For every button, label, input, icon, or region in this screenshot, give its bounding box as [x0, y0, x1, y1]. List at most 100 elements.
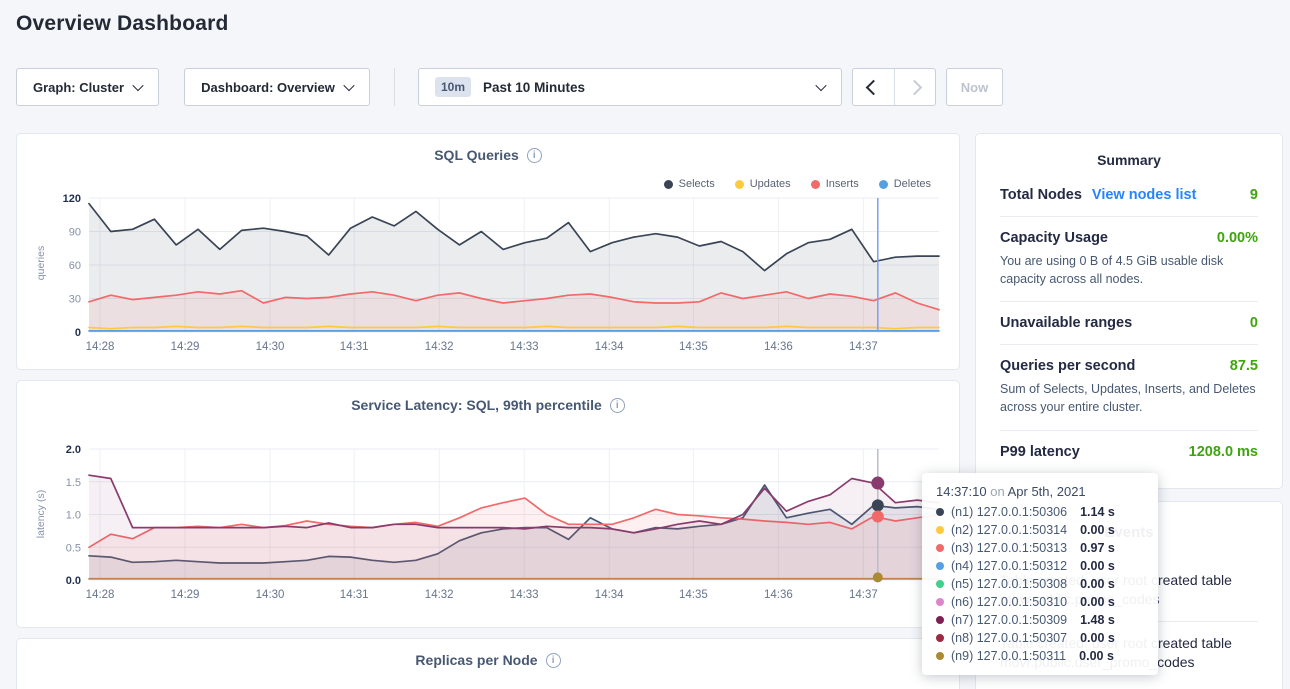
tooltip-node-row: (n8) 127.0.0.1:50307 0.00 s — [936, 631, 1144, 645]
node-address: (n3) 127.0.0.1:50313 — [951, 541, 1067, 555]
node-color-dot — [936, 616, 944, 624]
tooltip-node-row: (n2) 127.0.0.1:50314 0.00 s — [936, 523, 1144, 537]
sql-queries-chart[interactable]: 120906030014:2814:2914:3014:3114:3214:33… — [29, 192, 949, 356]
time-prev-button[interactable] — [853, 69, 894, 105]
summary-row: Unavailable ranges 0 — [1000, 301, 1258, 344]
summary-row-description: Sum of Selects, Updates, Inserts, and De… — [1000, 380, 1258, 416]
node-latency-value: 0.00 s — [1080, 523, 1115, 537]
svg-text:1.0: 1.0 — [66, 510, 81, 522]
node-color-dot — [936, 544, 944, 552]
summary-row-label: Capacity Usage — [1000, 230, 1108, 246]
svg-text:1.5: 1.5 — [66, 477, 81, 489]
node-latency-value: 0.00 s — [1080, 577, 1115, 591]
node-address: (n7) 127.0.0.1:50309 — [951, 613, 1067, 627]
summary-row-value: 9 — [1250, 187, 1258, 203]
svg-text:14:33: 14:33 — [510, 589, 539, 601]
svg-text:14:36: 14:36 — [764, 341, 793, 353]
svg-text:120: 120 — [63, 193, 81, 205]
chevron-right-icon — [907, 79, 923, 95]
chevron-down-icon — [815, 80, 826, 91]
node-address: (n4) 127.0.0.1:50312 — [951, 559, 1067, 573]
tooltip-node-row: (n6) 127.0.0.1:50310 0.00 s — [936, 595, 1144, 609]
legend-item[interactable]: Updates — [735, 178, 791, 190]
legend-item[interactable]: Selects — [664, 178, 715, 190]
info-circle-icon[interactable]: i — [527, 148, 542, 163]
node-latency-value: 0.00 s — [1080, 559, 1115, 573]
time-next-button[interactable] — [894, 69, 936, 105]
svg-text:14:30: 14:30 — [256, 589, 285, 601]
summary-row-description: You are using 0 B of 4.5 GiB usable disk… — [1000, 252, 1258, 288]
legend-label: Updates — [750, 178, 791, 190]
summary-title: Summary — [976, 134, 1282, 168]
legend-color-dot — [879, 180, 888, 189]
chart-title-service-latency: Service Latency: SQL, 99th percentile — [351, 397, 602, 413]
summary-row-value: 0 — [1250, 315, 1258, 331]
svg-text:14:32: 14:32 — [425, 589, 454, 601]
svg-text:14:29: 14:29 — [171, 341, 200, 353]
node-latency-value: 1.48 s — [1080, 613, 1115, 627]
svg-text:14:34: 14:34 — [595, 589, 624, 601]
node-address: (n6) 127.0.0.1:50310 — [951, 595, 1067, 609]
svg-text:14:33: 14:33 — [510, 341, 539, 353]
tooltip-node-row: (n7) 127.0.0.1:50309 1.48 s — [936, 613, 1144, 627]
legend-item[interactable]: Deletes — [879, 178, 931, 190]
summary-row-label: Unavailable ranges — [1000, 315, 1132, 331]
summary-panel: Summary Total Nodes View nodes list 9 Ca… — [975, 133, 1283, 489]
svg-text:14:28: 14:28 — [86, 589, 115, 601]
svg-text:60: 60 — [69, 260, 81, 272]
now-button[interactable]: Now — [946, 68, 1003, 106]
svg-text:14:34: 14:34 — [595, 341, 624, 353]
service-latency-panel: Service Latency: SQL, 99th percentile i … — [16, 380, 960, 628]
chart-title-sql-queries: SQL Queries — [434, 147, 519, 163]
summary-row-value: 0.00% — [1217, 230, 1258, 246]
svg-text:14:36: 14:36 — [764, 589, 793, 601]
dashboard-label: Dashboard: Overview — [201, 80, 335, 95]
graph-scope-dropdown[interactable]: Graph: Cluster — [16, 68, 159, 106]
svg-text:2.0: 2.0 — [66, 444, 81, 456]
node-address: (n5) 127.0.0.1:50308 — [951, 577, 1067, 591]
node-color-dot — [936, 652, 944, 660]
node-color-dot — [936, 526, 944, 534]
svg-text:14:37: 14:37 — [849, 589, 878, 601]
node-color-dot — [936, 562, 944, 570]
summary-row: Total Nodes View nodes list 9 — [1000, 174, 1258, 216]
node-color-dot — [936, 598, 944, 606]
node-address: (n8) 127.0.0.1:50307 — [951, 631, 1067, 645]
node-color-dot — [936, 508, 944, 516]
chevron-down-icon — [132, 80, 143, 91]
summary-row: Capacity Usage 0.00% You are using 0 B o… — [1000, 216, 1258, 301]
svg-text:14:35: 14:35 — [679, 589, 708, 601]
svg-text:14:29: 14:29 — [171, 589, 200, 601]
legend-color-dot — [811, 180, 820, 189]
node-address: (n2) 127.0.0.1:50314 — [951, 523, 1067, 537]
node-latency-value: 0.00 s — [1080, 631, 1115, 645]
summary-row-label: P99 latency — [1000, 444, 1080, 460]
legend-label: Selects — [679, 178, 715, 190]
info-circle-icon[interactable]: i — [610, 398, 625, 413]
page-title: Overview Dashboard — [16, 12, 229, 36]
info-circle-icon[interactable]: i — [546, 653, 561, 668]
legend-label: Inserts — [826, 178, 859, 190]
legend-color-dot — [735, 180, 744, 189]
summary-row-label: Total Nodes — [1000, 187, 1082, 203]
chevron-left-icon — [865, 79, 881, 95]
svg-text:0.0: 0.0 — [66, 575, 81, 587]
dashboard-dropdown[interactable]: Dashboard: Overview — [184, 68, 370, 106]
summary-row: P99 latency 1208.0 ms — [1000, 430, 1258, 473]
svg-text:14:37: 14:37 — [849, 341, 878, 353]
graph-scope-label: Graph: Cluster — [33, 80, 124, 95]
time-range-dropdown[interactable]: 10m Past 10 Minutes — [418, 68, 842, 106]
node-latency-value: 0.97 s — [1080, 541, 1115, 555]
legend-item[interactable]: Inserts — [811, 178, 859, 190]
summary-row-value: 87.5 — [1230, 358, 1258, 374]
chevron-down-icon — [343, 80, 354, 91]
svg-text:14:31: 14:31 — [340, 341, 369, 353]
overview-dashboard-page: Overview Dashboard Graph: Cluster Dashbo… — [0, 0, 1290, 689]
tooltip-node-row: (n5) 127.0.0.1:50308 0.00 s — [936, 577, 1144, 591]
legend-color-dot — [664, 180, 673, 189]
view-nodes-list-link[interactable]: View nodes list — [1092, 187, 1197, 203]
summary-row-label: Queries per second — [1000, 358, 1135, 374]
replicas-per-node-panel: Replicas per Node i — [16, 638, 960, 689]
svg-text:14:30: 14:30 — [256, 341, 285, 353]
service-latency-chart[interactable]: 2.01.51.00.50.014:2814:2914:3014:3114:32… — [29, 443, 949, 604]
